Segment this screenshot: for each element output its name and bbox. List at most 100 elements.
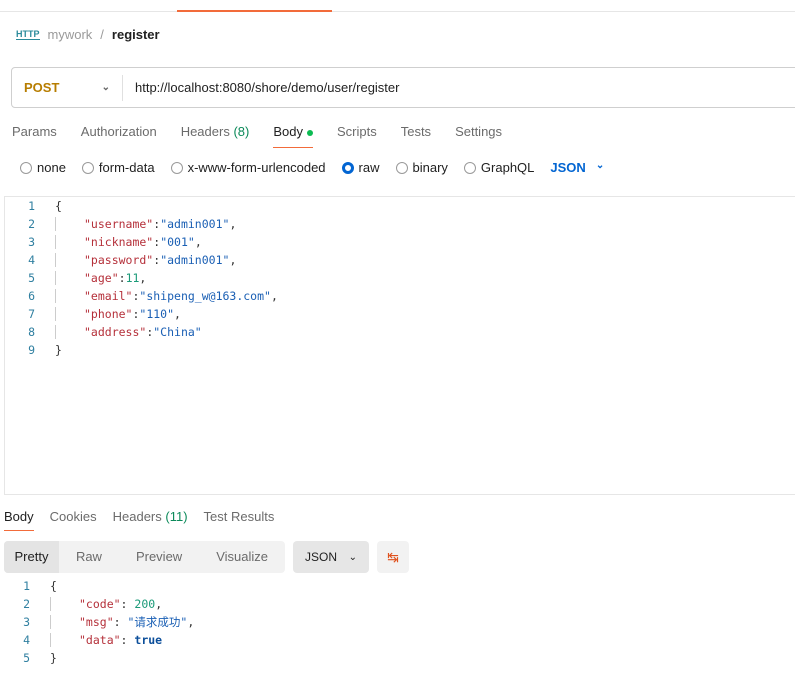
breadcrumb-workspace[interactable]: mywork <box>48 27 93 42</box>
response-format-select[interactable]: JSON ⌄ <box>293 541 369 573</box>
view-mode-raw[interactable]: Raw <box>59 541 119 573</box>
code-line: 8 "address":"China" <box>5 323 795 341</box>
code-token: { <box>55 199 62 213</box>
tab-count: (11) <box>165 509 188 524</box>
code-line: 5} <box>0 649 194 667</box>
tab-authorization[interactable]: Authorization <box>81 124 157 148</box>
tab-tests[interactable]: Tests <box>401 124 431 148</box>
radio-none[interactable]: none <box>20 160 66 175</box>
line-number: 3 <box>28 235 35 249</box>
tab-label: Test Results <box>203 509 275 524</box>
request-tabs: Params Authorization Headers (8) Body Script… <box>12 124 526 148</box>
code-token: : <box>113 615 128 629</box>
indent: "password":"admin001", <box>55 253 237 267</box>
indent: "username":"admin001", <box>55 217 237 231</box>
response-tabs: Body Cookies Headers (11) Test Results <box>4 509 290 531</box>
line-content: } <box>30 649 57 667</box>
indent: "code": 200, <box>50 597 163 611</box>
raw-format-select[interactable]: JSON ⌄ <box>550 160 604 175</box>
response-tab-cookies[interactable]: Cookies <box>50 509 97 531</box>
code-line: 5 "age":11, <box>5 269 795 287</box>
request-body-editor[interactable]: 1{2 "username":"admin001", 3 "nickname":"00… <box>4 196 795 495</box>
radio-raw[interactable]: raw <box>341 160 380 175</box>
line-number: 2 <box>28 217 35 231</box>
radio-button[interactable] <box>20 161 32 174</box>
code-token: , <box>194 235 202 249</box>
url-input[interactable]: http://localhost:8080/shore/demo/user/re… <box>123 80 399 95</box>
code-line: 1{ <box>5 197 795 215</box>
body-modified-dot <box>306 129 313 136</box>
response-tab-test-results[interactable]: Test Results <box>204 509 275 531</box>
view-mode-visualize[interactable]: Visualize <box>199 541 285 573</box>
radio-button[interactable] <box>341 161 354 174</box>
radio-form-data[interactable]: form-data <box>81 160 155 175</box>
chevron-down-icon: ⌄ <box>595 160 605 171</box>
response-tab-body[interactable]: Body <box>4 509 34 531</box>
code-token: "code" <box>79 597 121 611</box>
tab-settings[interactable]: Settings <box>455 124 502 148</box>
indent: "data": true <box>50 633 163 647</box>
code-token: "admin001" <box>160 253 230 267</box>
tab-params[interactable]: Params <box>12 124 57 148</box>
code-token: , <box>155 597 163 611</box>
tab-body[interactable]: Body <box>273 124 313 148</box>
code-token: : <box>118 271 126 285</box>
radio-x-www-form-urlencoded[interactable]: x-www-form-urlencoded <box>170 160 326 175</box>
view-mode-pretty[interactable]: Pretty <box>4 541 59 573</box>
line-number: 4 <box>28 253 35 267</box>
response-tab-headers[interactable]: Headers (11) <box>113 509 188 531</box>
breadcrumb-request[interactable]: register <box>112 27 160 42</box>
code-token: "password" <box>84 253 154 267</box>
code-token: 200 <box>134 597 156 611</box>
code-token: "data" <box>79 633 121 647</box>
tab-label: Headers <box>180 124 230 139</box>
chevron-down-icon: ⌄ <box>348 551 357 563</box>
tab-label: Body <box>4 509 34 524</box>
response-format-label: JSON <box>305 550 338 564</box>
indent: "msg": "请求成功", <box>50 615 195 629</box>
code-token: , <box>270 289 278 303</box>
code-line: 2 "code": 200, <box>0 595 194 613</box>
code-token: "msg" <box>79 615 114 629</box>
line-number: 1 <box>28 199 35 213</box>
code-token: "110" <box>139 307 175 321</box>
line-content: "code": 200, <box>30 595 163 613</box>
line-content: "address":"China" <box>35 323 202 341</box>
radio-binary[interactable]: binary <box>395 160 448 175</box>
line-content: { <box>35 197 62 215</box>
wrap-lines-button[interactable]: ↹ <box>377 541 409 573</box>
code-token: "address" <box>84 325 147 339</box>
tab-headers[interactable]: Headers (8) <box>181 124 250 148</box>
breadcrumb-separator: / <box>100 27 104 42</box>
code-token: { <box>50 579 57 593</box>
tab-scripts[interactable]: Scripts <box>337 124 377 148</box>
code-token: "nickname" <box>84 235 154 249</box>
indent: "address":"China" <box>55 325 202 339</box>
active-request-tab-indicator <box>177 10 332 12</box>
method-select[interactable]: POST ⌄ <box>12 74 123 101</box>
code-token: , <box>139 271 147 285</box>
line-content: "username":"admin001", <box>35 215 237 233</box>
raw-format-label: JSON <box>550 160 586 175</box>
code-token: "phone" <box>84 307 133 321</box>
line-number: 9 <box>28 343 35 357</box>
tab-label: Params <box>12 124 57 139</box>
radio-button[interactable] <box>463 161 476 174</box>
tab-label: Settings <box>455 124 503 139</box>
code-token: , <box>174 307 181 321</box>
line-number: 2 <box>23 597 30 611</box>
radio-button[interactable] <box>81 161 94 174</box>
chevron-down-icon: ⌄ <box>101 82 110 93</box>
radio-button[interactable] <box>395 161 408 174</box>
code-token: "email" <box>84 289 133 303</box>
line-content: } <box>35 341 62 359</box>
response-body-viewer: 1{2 "code": 200, 3 "msg": "请求成功", 4 "data": t… <box>0 577 195 667</box>
tab-label: Tests <box>400 124 432 139</box>
code-line: 4 "password":"admin001", <box>5 251 795 269</box>
radio-button[interactable] <box>170 161 183 174</box>
top-divider <box>0 11 795 12</box>
code-token: "admin001" <box>160 217 230 231</box>
view-mode-preview[interactable]: Preview <box>119 541 199 573</box>
radio-graphql[interactable]: GraphQL <box>463 160 534 175</box>
line-content: "msg": "请求成功", <box>30 613 195 631</box>
